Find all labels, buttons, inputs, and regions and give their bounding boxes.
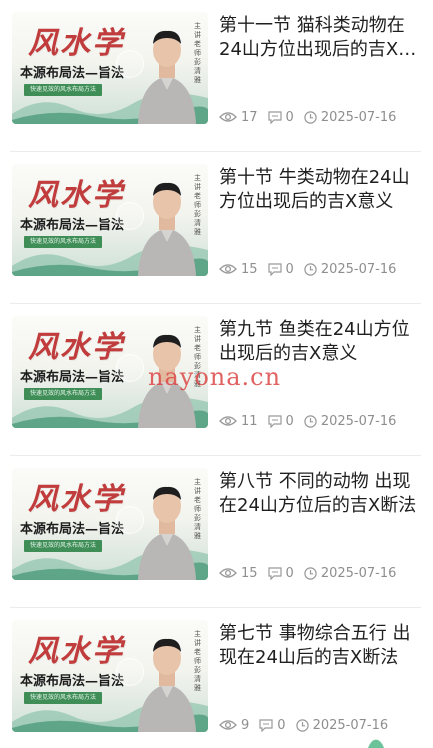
comment-count: 0 xyxy=(285,565,294,581)
clock-icon xyxy=(304,566,317,580)
item-title[interactable]: 第七节 事物综合五行 出现在24山后的吉X断法 xyxy=(219,622,425,670)
eye-icon xyxy=(219,112,237,122)
item-meta: 15 0 2025-07-16 xyxy=(219,261,406,277)
calligraphy-title: 风水学 xyxy=(28,330,124,365)
watermark: nayona.cn xyxy=(148,363,282,391)
comment-icon xyxy=(267,110,282,124)
thumbnail-tag: 快速见效的风水布局方法 xyxy=(24,692,102,704)
video-thumbnail[interactable]: 风水学 本源布局法—旨法 快速见效的风水布局方法 主讲老师 彭清雅 xyxy=(12,12,208,124)
publish-date: 2025-07-16 xyxy=(320,565,397,581)
view-count: 9 xyxy=(241,717,250,733)
item-info: 第十节 牛类动物在24山方位出现后的吉X意义 15 0 2025-07-16 xyxy=(219,166,425,290)
view-count: 11 xyxy=(241,413,258,429)
item-info: 第七节 事物综合五行 出现在24山后的吉X断法 9 0 2025-07-16 xyxy=(219,622,425,746)
comment-count: 0 xyxy=(285,413,294,429)
video-thumbnail[interactable]: 风水学 本源布局法—旨法 快速见效的风水布局方法 主讲老师 彭清雅 xyxy=(12,620,208,732)
calligraphy-title: 风水学 xyxy=(28,178,124,213)
thumbnail-subtitle: 本源布局法—旨法 xyxy=(20,522,125,537)
thumbnail-tag: 快速见效的风水布局方法 xyxy=(24,84,102,96)
presenter-image xyxy=(138,486,196,580)
item-meta: 17 0 2025-07-16 xyxy=(219,109,406,125)
item-info: 第八节 不同的动物 出现在24山方位后的吉X断法 15 0 2025-07-16 xyxy=(219,470,425,594)
item-meta: 11 0 2025-07-16 xyxy=(219,413,406,429)
calligraphy-title: 风水学 xyxy=(28,26,124,61)
publish-date: 2025-07-16 xyxy=(320,109,397,125)
thumbnail-subtitle: 本源布局法—旨法 xyxy=(20,674,125,689)
comment-count: 0 xyxy=(285,109,294,125)
eye-icon xyxy=(219,568,237,578)
eye-icon xyxy=(219,416,237,426)
comment-icon xyxy=(267,414,282,428)
calligraphy-title: 风水学 xyxy=(28,634,124,669)
item-title[interactable]: 第八节 不同的动物 出现在24山方位后的吉X断法 xyxy=(219,470,425,518)
thumbnail-subtitle: 本源布局法—旨法 xyxy=(20,370,125,385)
teacher-credit: 主讲老师 彭清雅 xyxy=(194,174,201,236)
thumbnail-tag: 快速见效的风水布局方法 xyxy=(24,540,102,552)
view-count: 15 xyxy=(241,261,258,277)
item-info: 第十一节 猫科类动物在24山方位出现后的吉X意义 17 0 2025-07-16 xyxy=(219,14,425,138)
clock-icon xyxy=(304,110,317,124)
thumbnail-subtitle: 本源布局法—旨法 xyxy=(20,218,125,233)
teacher-credit: 主讲老师 彭清雅 xyxy=(194,478,201,540)
view-count: 15 xyxy=(241,565,258,581)
course-list: 风水学 本源布局法—旨法 快速见效的风水布局方法 主讲老师 彭清雅 第十一节 猫… xyxy=(0,0,433,748)
clock-icon xyxy=(304,414,317,428)
view-count: 17 xyxy=(241,109,258,125)
item-title[interactable]: 第九节 鱼类在24山方位出现后的吉X意义 xyxy=(219,318,425,366)
comment-icon xyxy=(267,566,282,580)
comment-icon xyxy=(267,262,282,276)
list-item[interactable]: 风水学 本源布局法—旨法 快速见效的风水布局方法 主讲老师 彭清雅 第十节 牛类… xyxy=(0,152,433,304)
item-meta: 15 0 2025-07-16 xyxy=(219,565,406,581)
teacher-credit: 主讲老师 彭清雅 xyxy=(194,630,201,692)
list-item[interactable]: 风水学 本源布局法—旨法 快速见效的风水布局方法 主讲老师 彭清雅 第十一节 猫… xyxy=(0,0,433,152)
clock-icon xyxy=(304,262,317,276)
thumbnail-tag: 快速见效的风水布局方法 xyxy=(24,388,102,400)
comment-icon xyxy=(259,718,273,732)
eye-icon xyxy=(219,720,237,730)
presenter-image xyxy=(138,638,196,732)
item-title[interactable]: 第十一节 猫科类动物在24山方位出现后的吉X意义 xyxy=(219,14,425,62)
presenter-image xyxy=(138,30,196,124)
app-logo-icon xyxy=(368,739,384,748)
list-item[interactable]: 风水学 本源布局法—旨法 快速见效的风水布局方法 主讲老师 彭清雅 第七节 事物… xyxy=(0,608,433,748)
item-title[interactable]: 第十节 牛类动物在24山方位出现后的吉X意义 xyxy=(219,166,425,214)
calligraphy-title: 风水学 xyxy=(28,482,124,517)
publish-date: 2025-07-16 xyxy=(312,717,389,733)
presenter-image xyxy=(138,182,196,276)
video-thumbnail[interactable]: 风水学 本源布局法—旨法 快速见效的风水布局方法 主讲老师 彭清雅 xyxy=(12,468,208,580)
item-meta: 9 0 2025-07-16 xyxy=(219,717,398,733)
thumbnail-subtitle: 本源布局法—旨法 xyxy=(20,66,125,81)
publish-date: 2025-07-16 xyxy=(320,413,397,429)
thumbnail-tag: 快速见效的风水布局方法 xyxy=(24,236,102,248)
comment-count: 0 xyxy=(277,717,286,733)
comment-count: 0 xyxy=(285,261,294,277)
publish-date: 2025-07-16 xyxy=(320,261,397,277)
teacher-credit: 主讲老师 彭清雅 xyxy=(194,22,201,84)
clock-icon xyxy=(295,718,309,732)
video-thumbnail[interactable]: 风水学 本源布局法—旨法 快速见效的风水布局方法 主讲老师 彭清雅 xyxy=(12,164,208,276)
list-item[interactable]: 风水学 本源布局法—旨法 快速见效的风水布局方法 主讲老师 彭清雅 第八节 不同… xyxy=(0,456,433,608)
eye-icon xyxy=(219,264,237,274)
